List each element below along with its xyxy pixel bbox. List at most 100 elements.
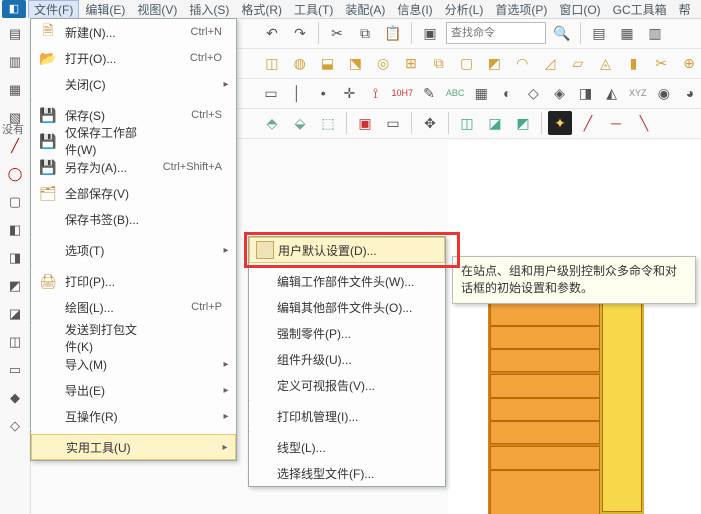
feature-pattern-icon[interactable]: ⊞ [399, 51, 423, 75]
menu-send-package[interactable]: 发送到打包文件(K) [31, 325, 236, 351]
cube-icon[interactable]: ▣ [418, 21, 442, 45]
line-style1-icon[interactable]: ╱ [576, 111, 600, 135]
submenu-select-linetype-file[interactable]: 选择线型文件(F)... [249, 460, 445, 486]
submenu-force-part[interactable]: 强制零件(P)... [249, 320, 445, 346]
datum-point-icon[interactable]: • [312, 81, 334, 105]
menu-tools[interactable]: 工具(T) [288, 0, 339, 19]
feature-box-icon[interactable]: ◫ [260, 51, 284, 75]
datum-csys-icon[interactable]: ✛ [338, 81, 360, 105]
left-tool-icon[interactable]: ▭ [5, 360, 25, 380]
assy-add-icon[interactable]: ⬘ [260, 111, 284, 135]
feature-hole-icon[interactable]: ◎ [371, 51, 395, 75]
menu-print[interactable]: 🖨 打印(P)... [31, 268, 236, 294]
line-style2-icon[interactable]: ─ [604, 111, 628, 135]
menu-insert[interactable]: 插入(S) [183, 0, 235, 19]
component2-icon[interactable]: ◪ [483, 111, 507, 135]
left-tool-icon[interactable]: ◨ [5, 248, 25, 268]
copy-icon[interactable]: ⧉ [353, 21, 377, 45]
feature-wrap-icon[interactable]: ◬ [594, 51, 618, 75]
feature-sweep-icon[interactable]: ⬔ [343, 51, 367, 75]
menu-edit[interactable]: 编辑(E) [79, 0, 131, 19]
left-tool-icon[interactable]: ╱ [5, 136, 25, 156]
menu-preferences[interactable]: 首选项(P) [489, 0, 553, 19]
grid-icon[interactable]: ▦ [470, 81, 492, 105]
text-icon[interactable]: ABC [444, 81, 466, 105]
menu-format[interactable]: 格式(R) [235, 0, 288, 19]
submenu-edit-work-header[interactable]: 编辑工作部件文件头(W)... [249, 268, 445, 294]
menu-import[interactable]: 导入(M) ▸ [31, 351, 236, 377]
menu-interop[interactable]: 互操作(R) ▸ [31, 403, 236, 429]
menu-save-work-part[interactable]: 💾 仅保存工作部件(W) [31, 128, 236, 154]
graphics-viewport[interactable] [448, 140, 701, 514]
left-tool-icon[interactable]: ◫ [5, 332, 25, 352]
menu-plot[interactable]: 绘图(L)... Ctrl+P [31, 294, 236, 320]
menu-close[interactable]: 关闭(C) ▸ [31, 71, 236, 97]
shaded-icon[interactable]: ◐ [496, 81, 518, 105]
search-icon[interactable]: 🔍 [550, 21, 574, 45]
left-tool-icon[interactable]: ◇ [5, 416, 25, 436]
paste-icon[interactable]: 📋 [381, 21, 405, 45]
component-icon[interactable]: ◫ [455, 111, 479, 135]
submenu-user-defaults[interactable]: 用户默认设置(D)... [249, 237, 445, 263]
menu-save-all[interactable]: 🗂 全部保存(V) [31, 180, 236, 206]
line-style3-icon[interactable]: ╲ [632, 111, 656, 135]
menu-info[interactable]: 信息(I) [391, 0, 438, 19]
menu-open[interactable]: 📂 打开(O)... Ctrl+O [31, 45, 236, 71]
dimension-icon[interactable]: 10H7 [390, 81, 414, 105]
submenu-component-upgrade[interactable]: 组件升级(U)... [249, 346, 445, 372]
menu-save-bookmark[interactable]: 保存书签(B)... [31, 206, 236, 232]
xyz-icon[interactable]: XYZ [627, 81, 649, 105]
section-icon[interactable]: ◨ [575, 81, 597, 105]
left-tool-icon[interactable]: ▥ [5, 52, 25, 72]
material-icon[interactable]: ◉ [653, 81, 675, 105]
assy-constraint-icon[interactable]: ⬙ [288, 111, 312, 135]
feature-trim-icon[interactable]: ✂ [649, 51, 673, 75]
layout-icon[interactable]: ▥ [643, 21, 667, 45]
menu-save-as[interactable]: 💾 另存为(A)... Ctrl+Shift+A [31, 154, 236, 180]
feature-draft-icon[interactable]: ◩ [483, 51, 507, 75]
datum-axis-icon[interactable]: │ [286, 81, 308, 105]
assy-move-icon[interactable]: ⬚ [316, 111, 340, 135]
move-component-icon[interactable]: ✥ [418, 111, 442, 135]
menu-window[interactable]: 窗口(O) [553, 0, 606, 19]
feature-thicken-icon[interactable]: ▮ [622, 51, 646, 75]
feature-sheet-icon[interactable]: ▱ [566, 51, 590, 75]
menu-assembly[interactable]: 装配(A) [339, 0, 391, 19]
selection-filter-icon[interactable]: ▣ [353, 111, 377, 135]
left-tool-icon[interactable]: ▤ [5, 24, 25, 44]
left-tool-icon[interactable]: ◆ [5, 388, 25, 408]
left-tool-icon[interactable]: ◩ [5, 276, 25, 296]
menu-view[interactable]: 视图(V) [131, 0, 183, 19]
submenu-line-type[interactable]: 线型(L)... [249, 434, 445, 460]
selection-rect-icon[interactable]: ▭ [381, 111, 405, 135]
menu-utilities[interactable]: 实用工具(U) ▸ [31, 434, 236, 460]
feature-extrude-icon[interactable]: ⬓ [316, 51, 340, 75]
submenu-edit-other-header[interactable]: 编辑其他部件文件头(O)... [249, 294, 445, 320]
cut-icon[interactable]: ✂ [325, 21, 349, 45]
sketch-icon[interactable]: ✎ [418, 81, 440, 105]
feature-fillet-icon[interactable]: ◠ [510, 51, 534, 75]
wireframe-icon[interactable]: ◇ [522, 81, 544, 105]
menu-gc-toolbox[interactable]: GC工具箱 [607, 0, 673, 19]
submenu-define-visual-report[interactable]: 定义可视报告(V)... [249, 372, 445, 398]
command-search-input[interactable] [446, 22, 546, 44]
left-tool-icon[interactable]: ◧ [5, 220, 25, 240]
component3-icon[interactable]: ◩ [511, 111, 535, 135]
menu-new[interactable]: 🗎 新建(N)... Ctrl+N [31, 19, 236, 45]
feature-mirror-icon[interactable]: ⧉ [427, 51, 451, 75]
submenu-printer-management[interactable]: 打印机管理(I)... [249, 403, 445, 429]
menu-analysis[interactable]: 分析(L) [439, 0, 490, 19]
redo-icon[interactable]: ↷ [288, 21, 312, 45]
menu-help[interactable]: 帮 [673, 0, 697, 19]
undo-icon[interactable]: ↶ [260, 21, 284, 45]
menu-export[interactable]: 导出(E) ▸ [31, 377, 236, 403]
view-icon[interactable]: ▤ [587, 21, 611, 45]
window-icon[interactable]: ▦ [615, 21, 639, 45]
appearance-icon[interactable]: ◕ [679, 81, 701, 105]
measure-icon[interactable]: ⟟ [364, 81, 386, 105]
iso-view-icon[interactable]: ◭ [601, 81, 623, 105]
left-tool-icon[interactable]: ▦ [5, 80, 25, 100]
feature-chamfer-icon[interactable]: ◿ [538, 51, 562, 75]
menu-file[interactable]: 文件(F) [28, 0, 79, 19]
datum-plane-icon[interactable]: ▭ [260, 81, 282, 105]
